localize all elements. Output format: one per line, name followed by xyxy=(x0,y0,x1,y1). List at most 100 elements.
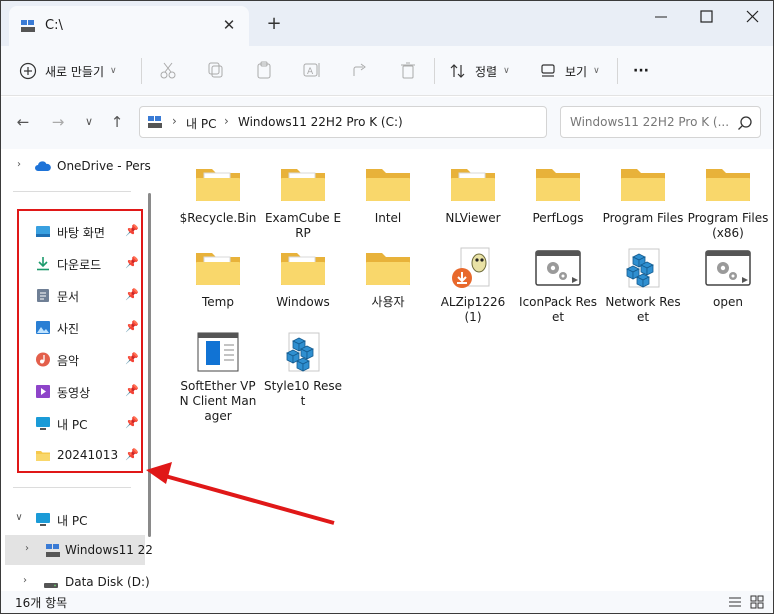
file-item[interactable]: Style10 Reset xyxy=(262,331,344,409)
file-item[interactable]: Intel xyxy=(347,163,429,226)
file-item[interactable]: Windows xyxy=(262,247,344,310)
copy-icon[interactable] xyxy=(206,60,226,80)
file-item[interactable]: ExamCube ERP xyxy=(262,163,344,241)
sort-icon xyxy=(450,64,465,78)
address-bar[interactable]: › 내 PC › Windows11 22H2 Pro K (C:) ∨ ↻ xyxy=(139,106,673,138)
svg-text:A: A xyxy=(307,67,314,77)
file-item[interactable]: 사용자 xyxy=(347,247,429,310)
sidebar-item-drive-d[interactable]: › Data Disk (D:) xyxy=(1,567,157,593)
sidebar-scrollbar[interactable] xyxy=(148,193,151,537)
search-icon xyxy=(738,116,752,130)
file-item-label: Temp xyxy=(202,295,234,309)
file-item-label: IconPack Reset xyxy=(519,295,597,324)
search-placeholder: Windows11 22H2 Pro K (... xyxy=(570,115,730,129)
back-icon[interactable]: ← xyxy=(14,113,32,131)
view-icon xyxy=(541,64,555,77)
chevron-down-icon: ∨ xyxy=(110,66,117,76)
file-item[interactable]: Program Files xyxy=(602,163,684,226)
registry-cube-icon xyxy=(619,247,667,289)
file-item-label: open xyxy=(713,295,743,309)
breadcrumb-drive-c[interactable]: Windows11 22H2 Pro K (C:) xyxy=(238,115,403,129)
computer-icon xyxy=(36,513,50,526)
file-item-label: SoftEther VPN Client Manager xyxy=(179,379,257,423)
share-icon[interactable] xyxy=(350,60,370,80)
maximize-icon[interactable] xyxy=(687,5,727,29)
sidebar-label: 내 PC xyxy=(57,514,88,528)
folder-icon xyxy=(364,247,412,289)
file-item-label: Network Reset xyxy=(605,295,681,324)
cloud-icon xyxy=(35,161,51,171)
sort-button[interactable]: 정렬 ∨ xyxy=(449,56,510,86)
forward-icon[interactable]: → xyxy=(49,113,67,131)
file-item-label: Program Files xyxy=(602,211,684,225)
file-item[interactable]: NLViewer xyxy=(432,163,514,226)
chevron-down-icon: ∨ xyxy=(503,66,510,76)
file-item-label: PerfLogs xyxy=(532,211,584,225)
up-icon[interactable]: ↑ xyxy=(108,113,126,131)
divider xyxy=(13,191,131,192)
tab-title: C:\ xyxy=(45,18,63,33)
recent-chevron-icon[interactable]: ∨ xyxy=(80,113,98,131)
folder-icon xyxy=(279,247,327,289)
status-bar: 16개 항목 xyxy=(1,591,773,613)
folder-icon xyxy=(194,163,242,205)
file-item-label: Windows xyxy=(276,295,330,309)
sidebar-label: OneDrive - Pers xyxy=(57,159,151,173)
sidebar-item-this-pc[interactable]: ∨ 내 PC xyxy=(1,504,157,534)
folder-icon xyxy=(364,163,412,205)
tab-drive-c[interactable]: C:\ ✕ xyxy=(9,6,249,46)
chevron-right-icon: › xyxy=(224,114,229,128)
drive-icon xyxy=(44,583,58,588)
paste-icon[interactable] xyxy=(254,60,274,80)
chevron-right-icon: › xyxy=(25,543,29,554)
folder-icon xyxy=(619,163,667,205)
divider xyxy=(13,487,131,488)
file-item-label: ALZip1226 (1) xyxy=(440,295,506,324)
view-button[interactable]: 보기 ∨ xyxy=(539,56,600,86)
file-item[interactable]: Temp xyxy=(177,247,259,310)
file-item[interactable]: $Recycle.Bin xyxy=(177,163,259,226)
chevron-down-icon: ∨ xyxy=(593,66,600,76)
new-tab-button[interactable]: + xyxy=(263,13,285,35)
new-button[interactable]: 새로 만들기 ∨ xyxy=(19,56,117,86)
sidebar-label: Data Disk (D:) xyxy=(65,575,150,589)
vpn-app-icon xyxy=(194,331,242,373)
folder-icon xyxy=(449,163,497,205)
file-item[interactable]: ALZip1226 (1) xyxy=(432,247,514,325)
file-item-label: Intel xyxy=(374,211,402,225)
chevron-right-icon: › xyxy=(172,114,177,128)
file-item[interactable]: PerfLogs xyxy=(517,163,599,226)
folder-icon xyxy=(704,163,752,205)
file-item[interactable]: Program Files (x86) xyxy=(687,163,769,241)
file-item[interactable]: SoftEther VPN Client Manager xyxy=(177,331,259,424)
search-box[interactable]: Windows11 22H2 Pro K (... xyxy=(560,106,761,138)
address-row: ← → ∨ ↑ › 내 PC › Windows11 22H2 Pro K (C… xyxy=(1,97,773,149)
divider xyxy=(617,58,618,84)
gear-app-icon xyxy=(534,247,582,289)
cut-icon[interactable] xyxy=(158,60,178,80)
close-window-icon[interactable] xyxy=(733,5,773,29)
file-item[interactable]: Network Reset xyxy=(602,247,684,325)
minimize-icon[interactable] xyxy=(641,5,681,29)
details-view-icon[interactable] xyxy=(727,594,743,610)
file-item[interactable]: IconPack Reset xyxy=(517,247,599,325)
sidebar-item-onedrive[interactable]: › OneDrive - Pers xyxy=(1,151,157,181)
breadcrumb-this-pc[interactable]: 내 PC xyxy=(186,115,216,132)
sort-button-label: 정렬 xyxy=(475,64,498,79)
plus-circle-icon xyxy=(19,62,37,80)
rename-icon[interactable]: A xyxy=(302,60,322,80)
file-item[interactable]: open xyxy=(687,247,769,310)
delete-icon[interactable] xyxy=(398,60,418,80)
annotation-highlight-box xyxy=(17,209,143,473)
folder-icon xyxy=(534,163,582,205)
tiles-view-icon[interactable] xyxy=(749,594,765,610)
file-item-label: NLViewer xyxy=(445,211,501,225)
alzip-installer-icon xyxy=(449,247,497,289)
more-options-button[interactable]: ··· xyxy=(633,56,649,86)
drive-icon xyxy=(148,116,162,128)
chevron-right-icon: › xyxy=(17,159,21,170)
tab-close-icon[interactable]: ✕ xyxy=(219,15,239,35)
folder-icon xyxy=(194,247,242,289)
item-count: 16개 항목 xyxy=(15,596,68,610)
sidebar-item-drive-c[interactable]: › Windows11 22 xyxy=(5,535,153,565)
